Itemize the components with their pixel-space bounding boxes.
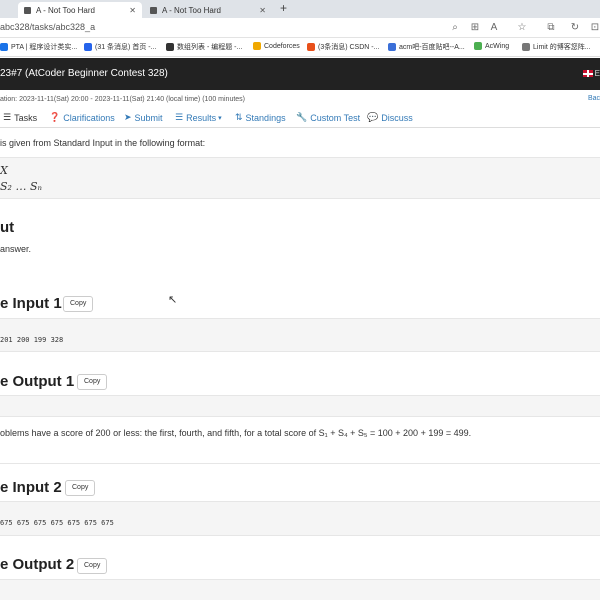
close-icon[interactable]: ✕ (259, 6, 266, 15)
browser-tab-2[interactable]: A - Not Too Hard ✕ (144, 2, 272, 18)
output-description: answer. (0, 244, 32, 254)
contest-duration: ation: 2023-11-11(Sat) 20:00 - 2023-11-1… (0, 96, 245, 103)
new-tab-button[interactable]: + (280, 1, 287, 15)
bookmarks-bar: PTA | 程序设计类实... (31 条消息) 首页 -... 数组列表 - … (0, 38, 600, 57)
tab-custom-test[interactable]: 🔧 Custom Test (296, 112, 360, 123)
bookmark-icon (0, 43, 8, 51)
uk-flag-icon (582, 70, 593, 77)
sample-input-2-text: 675 675 675 675 675 675 675 (0, 519, 114, 527)
sample-input-1-block[interactable]: 201 200 199 328 (0, 318, 600, 352)
copy-button[interactable]: Copy (65, 480, 96, 496)
output-heading: ut (0, 219, 15, 236)
bookmark-item[interactable]: (3条消息) CSDN -... (307, 42, 379, 52)
bookmark-item[interactable]: (31 条消息) 首页 -... (84, 42, 156, 52)
atcoder-favicon-icon (150, 6, 157, 14)
tab-results[interactable]: ☰ Results ▾ (175, 112, 222, 123)
sample-output-2-heading: e Output 2 (0, 556, 75, 573)
chat-icon: 💬 (367, 112, 379, 122)
split-screen-icon[interactable]: ⧉ (544, 21, 558, 35)
tab-tasks[interactable]: ☰ Tasks (3, 112, 37, 123)
extensions-icon[interactable]: ⊡ (588, 21, 600, 35)
site-header: 23#7 (AtCoder Beginner Contest 328) E (0, 58, 600, 90)
send-icon: ➤ (124, 112, 132, 122)
sample-1-explanation: oblems have a score of 200 or less: the … (0, 428, 472, 438)
bookmark-item[interactable]: acm吧-百度贴吧--A... (388, 42, 465, 52)
list-icon: ☰ (175, 112, 184, 122)
input-format-intro: is given from Standard Input in the foll… (0, 138, 206, 148)
sample-input-2-heading: e Input 2 (0, 479, 62, 496)
back-link[interactable]: Bac (588, 95, 600, 102)
caret-down-icon: ▾ (218, 114, 222, 122)
copy-button[interactable]: Copy (77, 558, 108, 574)
tab-submit[interactable]: ➤ Submit (124, 112, 163, 123)
format-block: X S₂ … Sₙ (0, 157, 600, 199)
mouse-cursor-icon: ↖ (168, 294, 178, 306)
question-icon: ❓ (49, 112, 61, 122)
bookmark-item[interactable]: AcWing (474, 42, 509, 50)
sample-output-2-block[interactable] (0, 579, 600, 600)
read-aloud-icon[interactable]: A (487, 21, 501, 35)
sample-output-1-block[interactable] (0, 395, 600, 417)
list-icon: ☰ (3, 112, 12, 122)
refresh-icon[interactable]: ↻ (568, 21, 582, 35)
tab-clarifications[interactable]: ❓ Clarifications (49, 112, 115, 123)
sample-output-1-heading: e Output 1 (0, 373, 75, 390)
sample-input-2-block[interactable]: 675 675 675 675 675 675 675 (0, 501, 600, 536)
bookmark-item[interactable]: PTA | 程序设计类实... (0, 42, 77, 52)
bookmark-item[interactable]: Codeforces (253, 42, 300, 50)
sample-input-1-text: 201 200 199 328 (0, 336, 64, 344)
bookmark-icon (84, 43, 92, 51)
copy-button[interactable]: Copy (77, 374, 108, 390)
tab-standings[interactable]: ⇅ Standings (235, 112, 286, 123)
atcoder-favicon-icon (24, 6, 31, 14)
divider (0, 463, 600, 464)
bookmark-icon (307, 43, 315, 51)
bookmark-item[interactable]: Limit 的博客您阵... (522, 42, 591, 52)
wrench-icon: 🔧 (296, 112, 308, 122)
format-line-1: X (0, 164, 8, 177)
browser-tab-1-label: A - Not Too Hard (36, 5, 95, 15)
address-bar: abc328/tasks/abc328_a ⌕ ⊞ A ☆ ⧉ ↻ ⊡ (0, 18, 600, 38)
bookmark-icon (253, 42, 261, 50)
bookmark-icon (388, 43, 396, 51)
tab-discuss[interactable]: 💬 Discuss (367, 112, 413, 123)
contest-title[interactable]: 23#7 (AtCoder Beginner Contest 328) (0, 68, 168, 79)
bookmark-item[interactable]: 数组列表 - 编程题 -... (166, 42, 242, 52)
sort-icon: ⇅ (235, 112, 243, 122)
browser-tab-1[interactable]: A - Not Too Hard ✕ (18, 2, 142, 18)
close-icon[interactable]: ✕ (129, 6, 136, 15)
zoom-icon[interactable]: ⌕ (448, 21, 462, 35)
copy-button[interactable]: Copy (63, 296, 94, 312)
bookmark-icon (522, 43, 530, 51)
language-switch[interactable]: E (582, 69, 600, 78)
grid-icon[interactable]: ⊞ (468, 21, 482, 35)
url-input[interactable]: abc328/tasks/abc328_a (0, 22, 95, 32)
bookmark-icon (474, 42, 482, 50)
bookmark-icon (166, 43, 174, 51)
format-line-2: S₂ … Sₙ (0, 180, 42, 193)
browser-tab-2-label: A - Not Too Hard (162, 5, 221, 15)
contest-nav: ☰ Tasks ❓ Clarifications ➤ Submit ☰ Resu… (0, 108, 600, 128)
favorite-star-icon[interactable]: ☆ (515, 21, 529, 35)
browser-tab-strip: A - Not Too Hard ✕ A - Not Too Hard ✕ + (0, 0, 600, 18)
sample-input-1-heading: e Input 1 (0, 295, 62, 312)
